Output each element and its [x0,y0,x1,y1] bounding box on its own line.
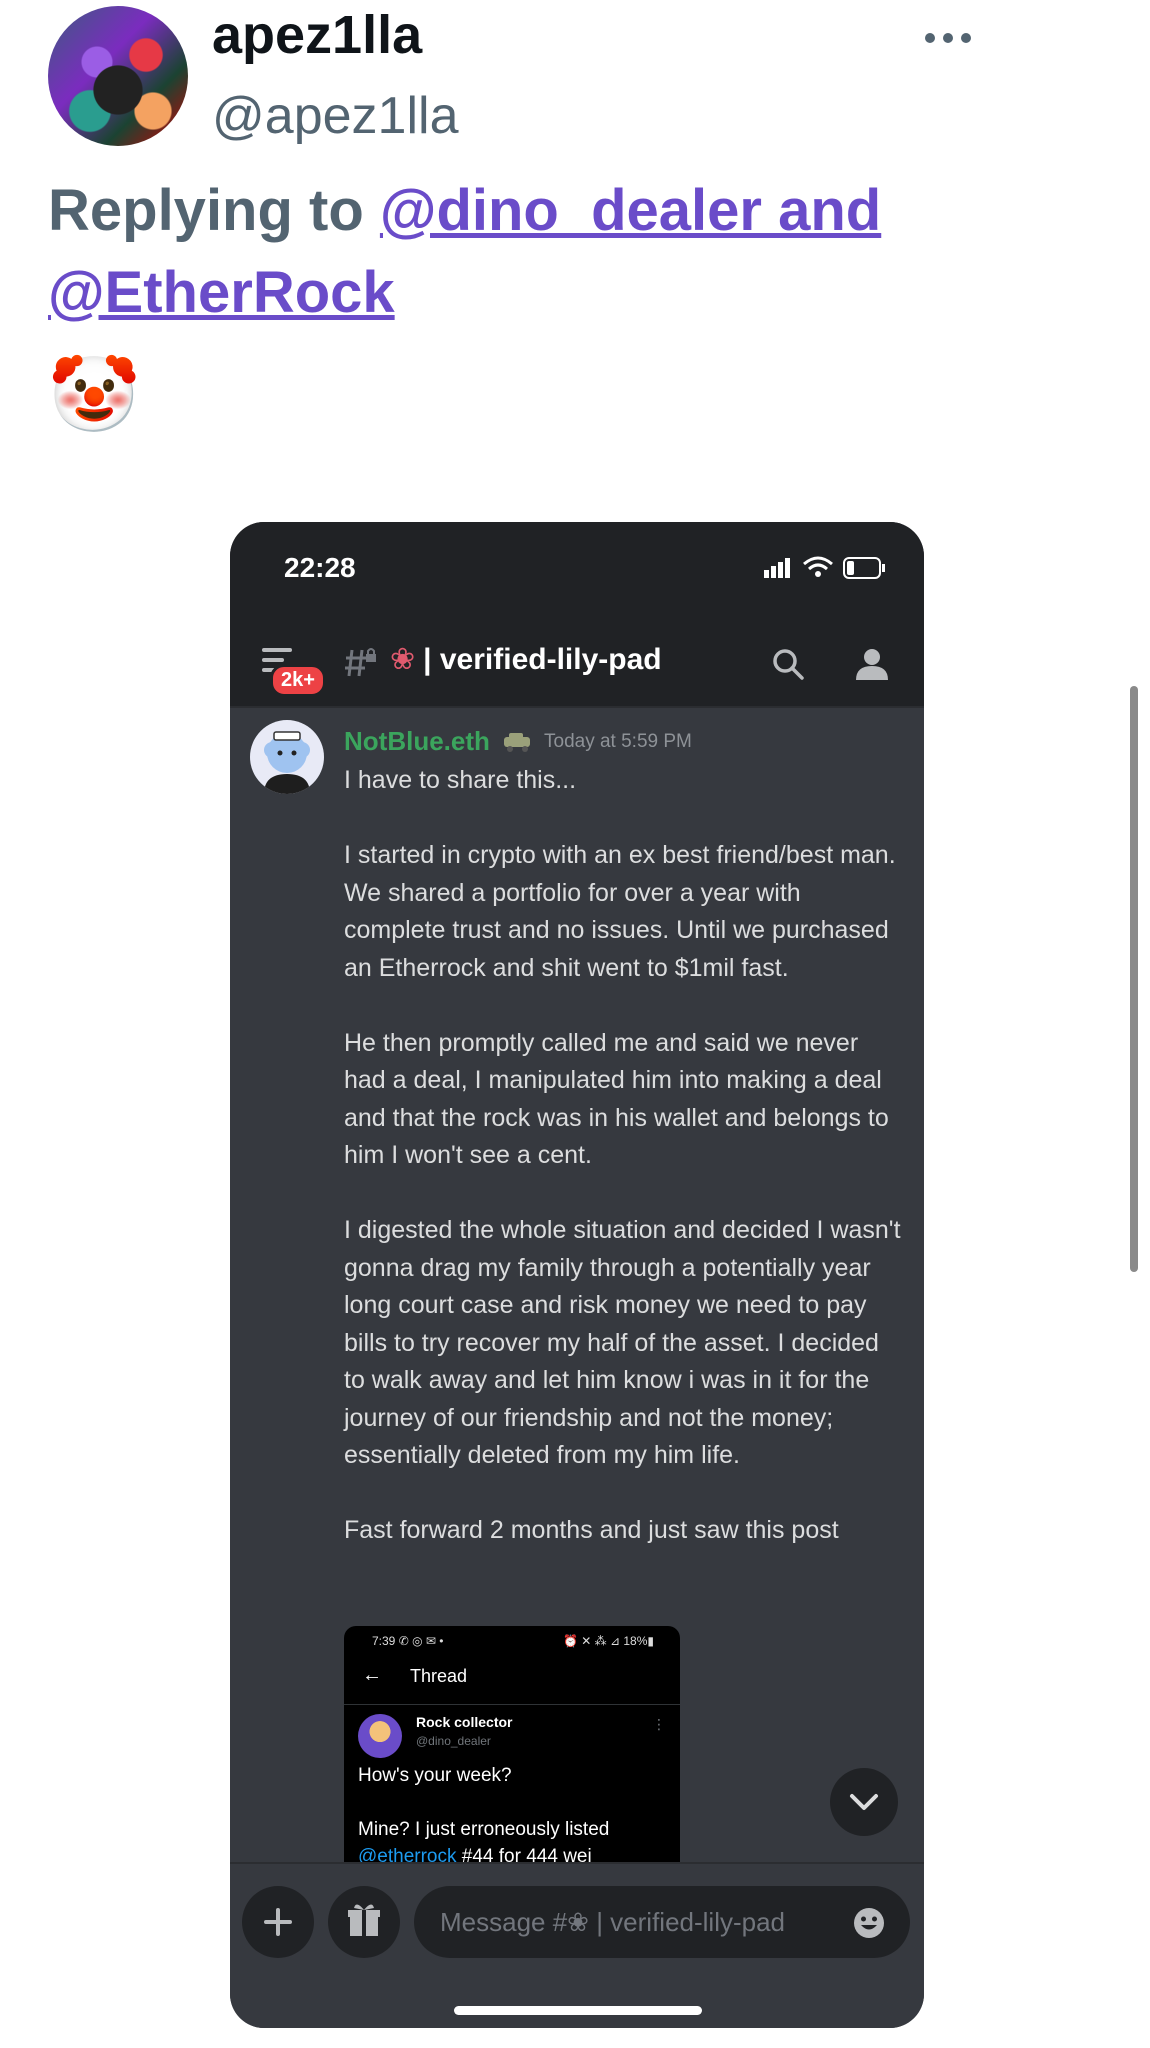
gift-button[interactable] [328,1886,400,1958]
tweet-text-emoji: 🤡 [48,352,141,438]
message-paragraph: I digested the whole situation and decid… [344,1216,908,1469]
handle[interactable]: @apez1lla [212,86,459,146]
embed-author-handle: @dino_dealer [416,1734,491,1748]
back-arrow-icon: ← [362,1664,382,1686]
mention-dino-dealer[interactable]: @dino_dealer and [380,178,881,243]
message-input[interactable]: Message #❀ | verified-lily-pad [414,1886,910,1958]
message-input-placeholder: Message #❀ | verified-lily-pad [440,1907,786,1937]
reply-prefix: Replying to [48,178,364,243]
display-name[interactable]: apez1lla [212,4,422,66]
embed-more-icon: ⋮ [652,1716,666,1732]
vehicle-tag-icon [504,733,530,752]
channel-name-text: | verified-lily-pad [423,643,662,676]
embed-thread-title: Thread [410,1666,468,1686]
message-paragraph: I started in crypto with an ex best frie… [344,841,903,982]
page-scrollbar[interactable] [1130,686,1138,1272]
emoji-picker-icon[interactable] [852,1906,886,1940]
embed-line: How's your week? [358,1765,512,1786]
attached-image[interactable]: 7:39 ✆ ◎ ✉ • ⏰ ✕ ⁂ ⊿ 18%▮ ← Thread Rock … [344,1626,680,1882]
notification-badge: 2k+ [270,664,326,697]
embed-author-name: Rock collector [416,1714,513,1730]
replying-to: Replying to @dino_dealer and @EtherRock [48,170,948,334]
message-author-avatar[interactable] [250,720,324,794]
embed-divider [344,1704,680,1705]
attached-screenshot[interactable]: 22:28 2k+ ❀ | verified-lily-pad NotBlue.… [230,522,924,2028]
channel-name[interactable]: ❀ | verified-lily-pad [390,642,662,677]
message-paragraph: I have to share this... [344,766,577,794]
home-indicator [454,2006,702,2015]
signal-wifi-battery-icon [764,556,885,579]
search-icon[interactable] [770,646,806,682]
avatar[interactable] [48,6,188,146]
message-paragraph: Fast forward 2 months and just saw this … [344,1516,839,1544]
plus-icon [264,1908,292,1936]
flower-icon: ❀ [390,642,416,677]
gift-icon [348,1904,380,1936]
more-options-icon[interactable] [918,18,978,58]
status-bar: 22:28 [230,522,924,622]
message-composer: Message #❀ | verified-lily-pad [230,1862,924,2028]
status-time: 22:28 [284,552,356,583]
locked-channel-icon [345,648,376,677]
embed-status-right: ⏰ ✕ ⁂ ⊿ 18%▮ [562,1634,654,1648]
message-timestamp: Today at 5:59 PM [544,731,692,752]
embed-avatar [358,1714,402,1758]
embed-tweet-text: How's your week? Mine? I just erroneousl… [358,1762,668,1870]
jump-to-bottom-button[interactable] [830,1768,898,1836]
channel-header: 2k+ ❀ | verified-lily-pad [230,622,924,708]
embed-line: Mine? I just erroneously listed [358,1819,610,1840]
message-author[interactable]: NotBlue.eth [344,726,490,757]
members-icon[interactable] [852,646,892,682]
message-content: I have to share this... I started in cry… [344,762,904,1550]
add-attachment-button[interactable] [242,1886,314,1958]
embed-status-left: 7:39 ✆ ◎ ✉ • [372,1634,444,1648]
mention-etherrock[interactable]: @EtherRock [48,260,395,325]
message-paragraph: He then promptly called me and said we n… [344,1028,896,1170]
chevron-down-icon [850,1794,878,1810]
